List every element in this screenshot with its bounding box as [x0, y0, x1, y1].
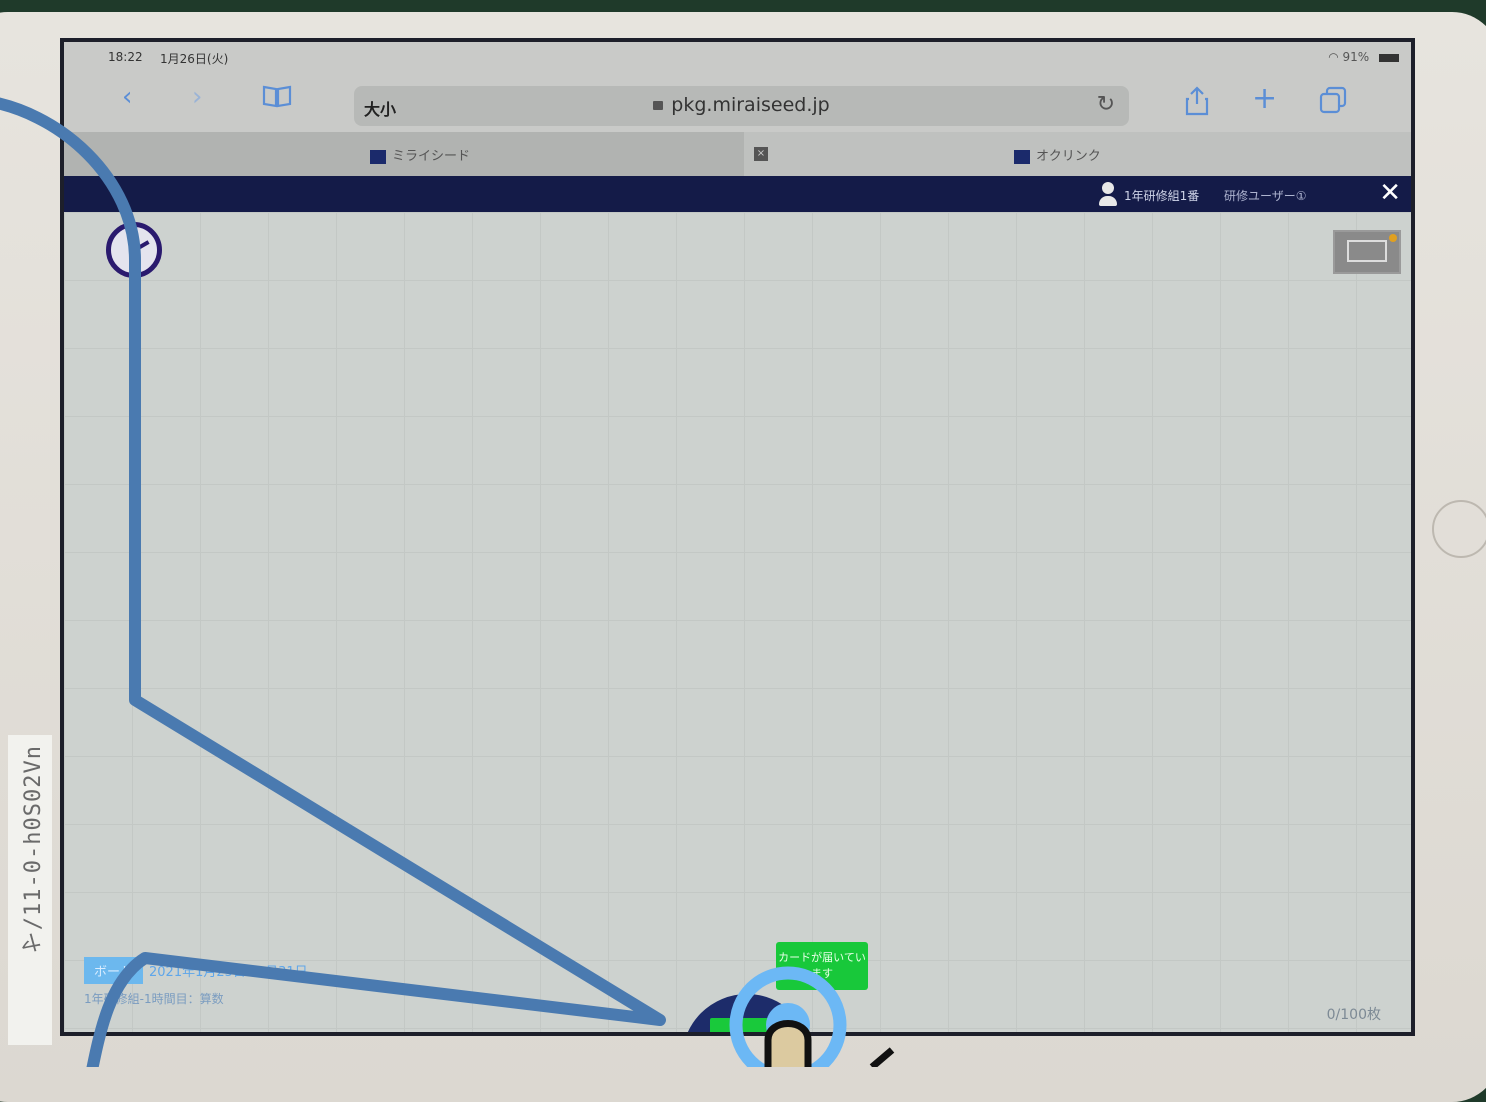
board-date: ボード 2021年1月25日~1月31日 — [84, 957, 308, 984]
date-range: 2021年1月25日~1月31日 — [149, 965, 308, 980]
new-tab-icon[interactable]: + — [1252, 84, 1277, 114]
back-icon[interactable]: ‹ — [122, 84, 132, 110]
tabs-overview-icon[interactable] — [1319, 86, 1347, 119]
close-icon[interactable]: ✕ — [1379, 178, 1401, 208]
monitor-icon — [1347, 240, 1387, 262]
sticker-text: ヤ/11-0-h0S02Vn — [21, 745, 46, 954]
notification-dot — [1389, 234, 1397, 242]
reload-icon[interactable]: ↻ — [1097, 92, 1115, 117]
up-arrow-icon: ⌃ — [730, 998, 746, 1019]
lock-icon — [653, 101, 664, 110]
ipad-screen: 18:22 1月26日(火) ◠ 91% ‹ › 大小 pkg.miraisee… — [60, 38, 1415, 1036]
close-tab-icon[interactable]: × — [754, 147, 768, 161]
board-canvas[interactable]: ボード 2021年1月25日~1月31日 1年研修組-1時間目：算数 0/100枚… — [64, 212, 1411, 1032]
app-header: 1年研修組1番 研修ユーザー① ✕ — [64, 176, 1411, 212]
tab-oklink[interactable]: オクリンク — [1014, 132, 1214, 176]
timer-icon[interactable] — [106, 222, 162, 278]
address-bar[interactable]: 大小 pkg.miraiseed.jp ↻ — [354, 86, 1129, 126]
tab-label: ミライシード — [392, 149, 471, 164]
user-name: 研修ユーザー① — [1224, 189, 1307, 203]
forward-icon[interactable]: › — [192, 84, 202, 110]
url-text: pkg.miraiseed.jp — [671, 94, 830, 116]
share-icon[interactable] — [1184, 86, 1210, 121]
present-screen-button[interactable] — [1333, 230, 1401, 274]
battery-percent: 91% — [1342, 50, 1370, 64]
class-name: 1年研修組1番 — [1124, 189, 1200, 203]
battery-icon — [1379, 53, 1399, 62]
card-count: 0/100枚 — [1326, 1007, 1381, 1023]
tab-label: オクリンク — [1036, 149, 1101, 164]
card-received-notice[interactable]: カードが届いています — [776, 942, 868, 990]
oklink-favicon — [1014, 149, 1030, 164]
board-label: ボード — [84, 957, 144, 984]
status-date: 1月26日(火) — [160, 52, 229, 66]
tab-close[interactable]: × — [754, 132, 774, 176]
tab-strip: ミライシード × オクリンク — [64, 132, 1411, 176]
user-icon — [1099, 182, 1117, 206]
device-sticker: ヤ/11-0-h0S02Vn — [8, 735, 52, 1045]
wifi-icon: ◠ — [1328, 50, 1339, 64]
url-display[interactable]: pkg.miraiseed.jp — [354, 94, 1129, 116]
battery-indicator: ◠ 91% — [1328, 50, 1399, 64]
status-time: 18:22 — [108, 50, 143, 64]
card-tray-green — [710, 1018, 776, 1032]
bookmarks-icon[interactable] — [262, 84, 292, 113]
status-bar: 18:22 1月26日(火) ◠ 91% — [64, 42, 1411, 70]
class-info: 1年研修組-1時間目：算数 — [84, 992, 224, 1006]
miraiseed-favicon — [370, 149, 386, 164]
tab-miraiseed[interactable]: ミライシード — [64, 132, 744, 176]
home-button[interactable] — [1432, 500, 1486, 558]
card-tray-button[interactable]: ⌃ — [682, 994, 812, 1032]
safari-toolbar: ‹ › 大小 pkg.miraiseed.jp ↻ + — [64, 70, 1411, 132]
